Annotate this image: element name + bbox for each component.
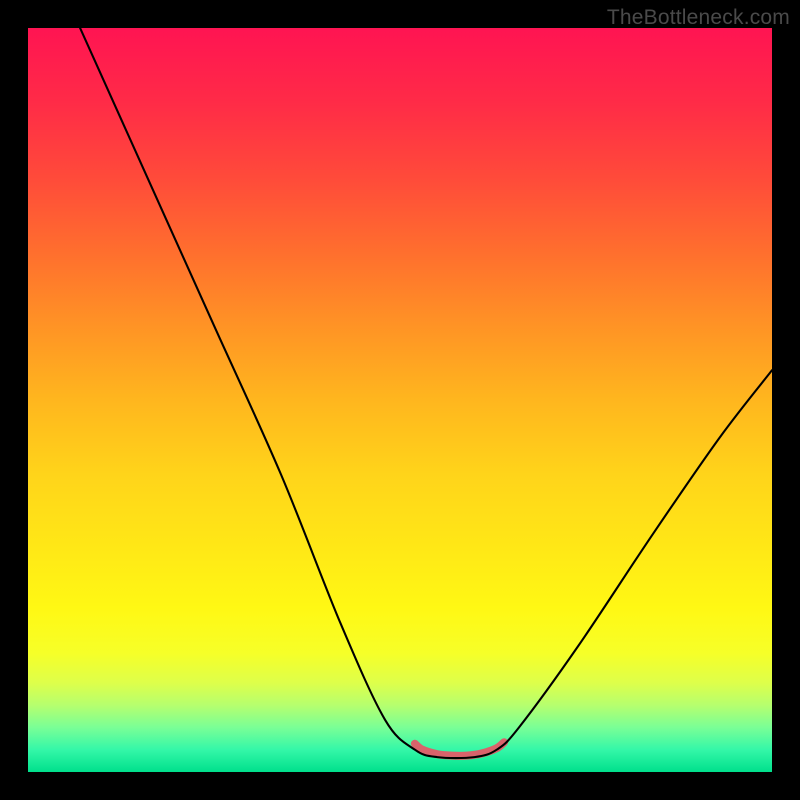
plot-area <box>28 28 772 772</box>
bottleneck-curve-path <box>80 28 772 758</box>
curve-layer <box>28 28 772 772</box>
watermark-text: TheBottleneck.com <box>607 6 790 30</box>
chart-frame: TheBottleneck.com <box>0 0 800 800</box>
